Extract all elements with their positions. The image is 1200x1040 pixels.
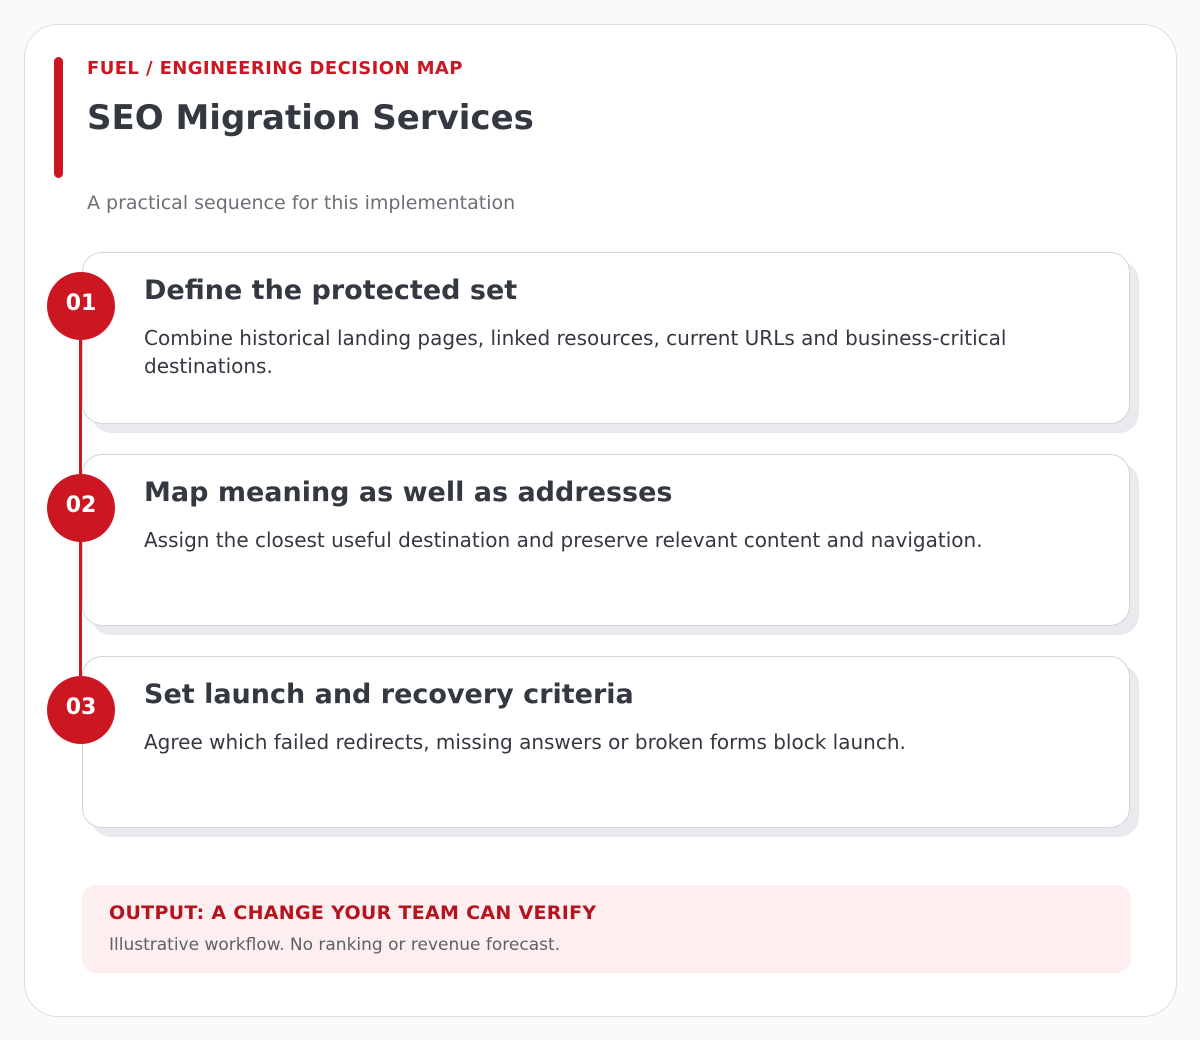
eyebrow-label: FUEL / ENGINEERING DECISION MAP bbox=[87, 58, 463, 79]
step-1-description: Combine historical landing pages, linked… bbox=[144, 326, 1007, 378]
output-note: Illustrative workflow. No ranking or rev… bbox=[109, 935, 561, 955]
step-3-description: Agree which failed redirects, missing an… bbox=[144, 730, 906, 754]
output-title: OUTPUT: A CHANGE YOUR TEAM CAN VERIFY bbox=[109, 902, 597, 924]
step-3-number-badge: 03 bbox=[47, 676, 115, 744]
step-1-number-badge: 01 bbox=[47, 272, 115, 340]
page-title: SEO Migration Services bbox=[87, 98, 534, 138]
step-2-title: Map meaning as well as addresses bbox=[144, 477, 673, 508]
step-3-title: Set launch and recovery criteria bbox=[144, 679, 634, 710]
page-subtitle: A practical sequence for this implementa… bbox=[87, 192, 516, 214]
step-2-number-badge: 02 bbox=[47, 474, 115, 542]
step-1-title: Define the protected set bbox=[144, 275, 518, 306]
step-2-description: Assign the closest useful destination an… bbox=[144, 528, 983, 552]
output-panel bbox=[82, 885, 1131, 973]
header-accent-bar bbox=[54, 57, 63, 178]
